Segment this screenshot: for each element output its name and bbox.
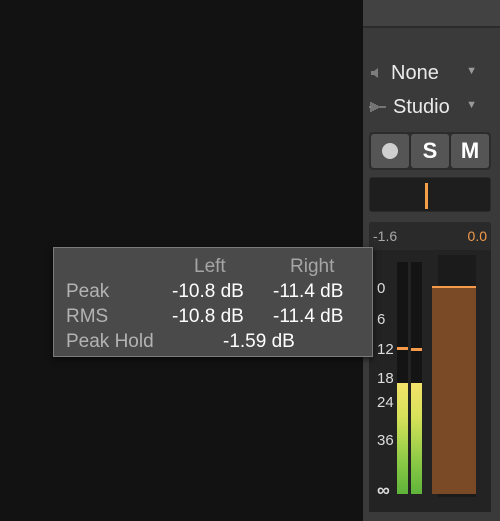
scale-label-24: 24 (377, 394, 394, 411)
chevron-down-icon: ▼ (466, 65, 477, 77)
tooltip-peak-hold-value: -1.59 dB (223, 331, 295, 352)
tooltip-rms-left: -10.8 dB (172, 306, 244, 327)
scale-label-6: 6 (377, 311, 386, 328)
peak-hold-left (397, 347, 408, 350)
tooltip-peak-label: Peak (66, 281, 110, 302)
solo-button[interactable]: S (411, 134, 449, 168)
input-label: None (391, 61, 439, 84)
meter-fill-right (411, 383, 422, 494)
tooltip-peak-hold-label: Peak Hold (66, 331, 154, 352)
pan-indicator (425, 183, 428, 209)
speaker-icon (371, 68, 378, 78)
scale-label-36: 36 (377, 432, 394, 449)
track-buttons: S M (369, 132, 491, 170)
left-peak-readout: -1.6 (373, 228, 398, 244)
pan-knob[interactable] (369, 177, 491, 212)
peak-hold-right (411, 348, 422, 351)
waveform-icon (369, 102, 386, 112)
mute-button[interactable]: M (451, 134, 489, 168)
scale-label-18: 18 (377, 370, 394, 387)
input-selector[interactable]: None ▼ (369, 60, 477, 86)
tooltip-col-right: Right (290, 256, 335, 277)
scale-label-12: 12 (377, 341, 394, 358)
meter-channel-right (411, 262, 422, 494)
meter-channel-left (397, 262, 408, 494)
scale-label-0: 0 (377, 280, 386, 297)
tooltip-rms-label: RMS (66, 306, 109, 327)
tooltip-peak-right: -11.4 dB (273, 281, 344, 302)
tooltip-peak-left: -10.8 dB (172, 281, 244, 302)
meter-readout: -1.6 0.0 (369, 222, 491, 250)
record-dot-icon (382, 143, 398, 159)
tooltip-rms-right: -11.4 dB (273, 306, 344, 327)
tooltip-col-left: Left (194, 256, 226, 277)
output-selector[interactable]: Studio ▼ (369, 94, 477, 120)
output-label: Studio (393, 95, 450, 118)
scale-label-inf: ∞ (377, 480, 390, 500)
volume-fader[interactable] (432, 286, 476, 494)
strip-header (363, 0, 500, 28)
chevron-down-icon: ▼ (466, 99, 477, 111)
meter-tooltip: Left Right Peak -10.8 dB -11.4 dB RMS -1… (53, 247, 373, 357)
right-peak-readout: 0.0 (467, 228, 487, 244)
meter-fill-left (397, 383, 408, 494)
record-arm-button[interactable] (371, 134, 409, 168)
